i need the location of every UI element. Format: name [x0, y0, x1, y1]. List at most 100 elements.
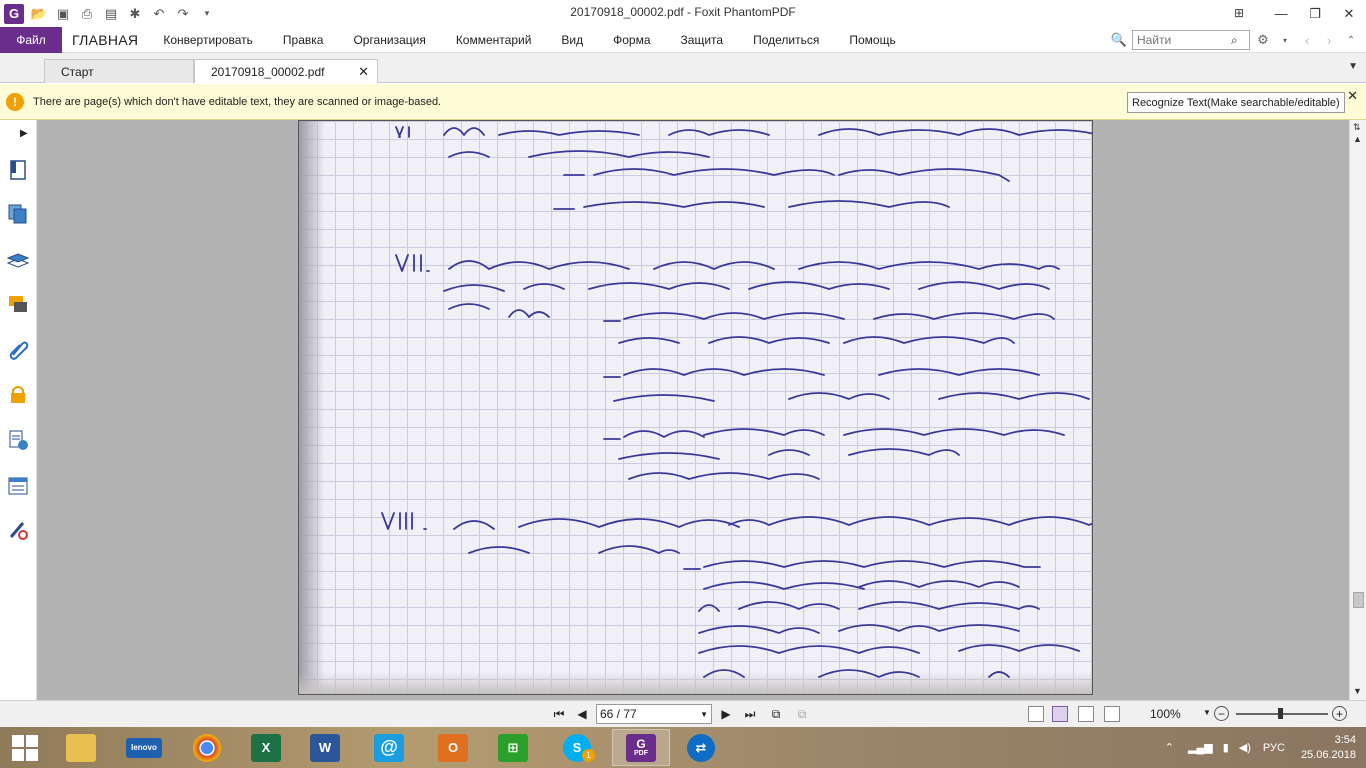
scroll-down-icon[interactable]: ▼	[1353, 686, 1362, 696]
search-icon[interactable]: ⌕	[1231, 33, 1238, 48]
customize-toolbar-icon[interactable]: ▾	[198, 5, 216, 23]
previous-view-icon[interactable]: ⧉	[768, 706, 784, 722]
document-tab-bar: Старт 20170918_00002.pdf ✕ ▼	[0, 53, 1366, 83]
clock[interactable]: 3:54 25.06.2018	[1301, 733, 1366, 763]
split-view-icon[interactable]: ⇅	[1353, 122, 1361, 133]
foxit-logo-icon[interactable]: G	[4, 3, 24, 24]
battery-icon[interactable]: ▮	[1223, 741, 1229, 754]
menu-item-home[interactable]: ГЛАВНАЯ	[62, 32, 148, 48]
windows-taskbar: lenovo X W @ O ⊞ S 1 G PDF ⇄ ⌃ ▂▄▆ ▮ ◀) Р…	[0, 727, 1366, 768]
next-view-icon[interactable]: ⧉	[794, 706, 810, 722]
pages-icon[interactable]	[6, 202, 30, 226]
zoom-level[interactable]: 100%	[1150, 707, 1181, 721]
taskbar-lenovo[interactable]: lenovo	[115, 729, 173, 766]
taskbar-store[interactable]: ⊞	[484, 729, 542, 766]
tab-document-label: 20170918_00002.pdf	[211, 64, 325, 79]
menu-item-convert[interactable]: Конвертировать	[148, 33, 268, 47]
tab-document[interactable]: 20170918_00002.pdf ✕	[194, 59, 378, 83]
signature-icon[interactable]	[6, 518, 30, 542]
taskbar-word[interactable]: W	[296, 729, 354, 766]
search-input[interactable]	[1137, 33, 1231, 47]
bookmark-icon[interactable]	[6, 158, 30, 182]
menu-item-edit[interactable]: Правка	[268, 33, 339, 47]
new-document-icon[interactable]: ✱	[126, 5, 144, 23]
undo-icon[interactable]: ↶	[150, 5, 168, 23]
menu-item-protect[interactable]: Защита	[666, 33, 739, 47]
title-bar: G 📂 ▣ ⎙ ▤ ✱ ↶ ↷ ▾ 20170918_00002.pdf - F…	[0, 0, 1366, 27]
menu-item-share[interactable]: Поделиться	[738, 33, 834, 47]
close-notification-icon[interactable]: ✕	[1347, 88, 1358, 104]
folder-icon	[66, 733, 96, 762]
fields-icon[interactable]	[6, 474, 30, 498]
continuous-facing-view-icon[interactable]	[1104, 706, 1120, 722]
back-arrow-icon[interactable]: ‹	[1298, 31, 1316, 49]
menu-item-comment[interactable]: Комментарий	[441, 33, 547, 47]
teamviewer-icon: ⇄	[687, 733, 715, 762]
scroll-thumb[interactable]	[1353, 592, 1364, 608]
pdf-label: PDF	[634, 749, 648, 757]
redo-icon[interactable]: ↷	[174, 5, 192, 23]
mail-icon: @	[374, 733, 404, 762]
document-viewport[interactable]	[37, 120, 1349, 700]
search-box[interactable]: ⌕	[1132, 30, 1250, 50]
taskbar-file-explorer[interactable]	[52, 729, 110, 766]
close-button[interactable]: ✕	[1332, 0, 1366, 27]
zoom-dropdown-icon[interactable]: ▼	[1203, 708, 1211, 717]
taskbar-teamviewer[interactable]: ⇄	[672, 729, 730, 766]
open-folder-icon[interactable]: 📂	[30, 5, 48, 23]
scroll-up-icon[interactable]: ▲	[1353, 134, 1362, 144]
attachments-icon[interactable]	[6, 338, 30, 362]
close-tab-icon[interactable]: ✕	[358, 64, 369, 80]
input-language[interactable]: РУС	[1263, 742, 1285, 754]
zoom-in-icon[interactable]: +	[1332, 706, 1347, 721]
foxit-pdf-icon: G PDF	[626, 733, 656, 762]
properties-icon[interactable]: ▤	[102, 5, 120, 23]
security-icon[interactable]	[6, 382, 30, 406]
menu-item-view[interactable]: Вид	[546, 33, 598, 47]
comments-icon[interactable]	[6, 292, 30, 316]
start-button[interactable]	[12, 735, 38, 761]
menu-item-organize[interactable]: Организация	[338, 33, 440, 47]
first-page-icon[interactable]: ⏮	[551, 706, 567, 722]
file-menu-button[interactable]: Файл	[0, 26, 62, 53]
next-page-icon[interactable]: ▶	[718, 706, 734, 722]
taskbar-skype[interactable]: S 1	[548, 729, 606, 766]
previous-page-icon[interactable]: ◀	[574, 706, 590, 722]
continuous-view-icon[interactable]	[1052, 706, 1068, 722]
taskbar-outlook[interactable]: O	[424, 729, 482, 766]
expand-panel-icon[interactable]: ▶	[20, 128, 28, 139]
menu-item-form[interactable]: Форма	[598, 33, 665, 47]
tab-start[interactable]: Старт	[44, 59, 194, 83]
collapse-ribbon-icon[interactable]: ⌃	[1342, 31, 1360, 49]
minimize-button[interactable]: —	[1264, 0, 1298, 27]
network-icon[interactable]: ▂▄▆	[1188, 741, 1213, 754]
recognize-text-button[interactable]: Recognize Text(Make searchable/editable)	[1127, 92, 1345, 113]
page-dropdown-icon[interactable]: ▼	[700, 710, 708, 719]
taskbar-excel[interactable]: X	[237, 729, 295, 766]
taskbar-mail[interactable]: @	[360, 729, 418, 766]
print-icon[interactable]: ⎙	[78, 5, 96, 23]
vertical-scrollbar[interactable]: ⇅ ▲ ▼	[1349, 120, 1366, 700]
content-icon[interactable]	[6, 428, 30, 452]
tray-arrow-icon[interactable]: ⌃	[1165, 741, 1174, 754]
save-icon[interactable]: ▣	[54, 5, 72, 23]
find-folder-icon[interactable]: 🔍	[1110, 31, 1128, 49]
ribbon-display-icon[interactable]: ⊞	[1230, 4, 1248, 22]
single-page-view-icon[interactable]	[1028, 706, 1044, 722]
forward-arrow-icon[interactable]: ›	[1320, 31, 1338, 49]
tab-list-dropdown-icon[interactable]: ▼	[1348, 61, 1358, 72]
facing-view-icon[interactable]	[1078, 706, 1094, 722]
taskbar-foxit-pdf[interactable]: G PDF	[612, 729, 670, 766]
zoom-slider-handle[interactable]	[1278, 708, 1283, 719]
chevron-down-icon[interactable]: ▾	[1276, 31, 1294, 49]
settings-gear-icon[interactable]: ⚙	[1254, 31, 1272, 49]
menu-item-help[interactable]: Помощь	[834, 33, 910, 47]
page-number-field[interactable]: 66 / 77 ▼	[596, 704, 712, 724]
restore-button[interactable]: ❐	[1298, 0, 1332, 27]
clock-time: 3:54	[1334, 733, 1356, 746]
last-page-icon[interactable]: ⏭	[742, 706, 758, 722]
zoom-out-icon[interactable]: −	[1214, 706, 1229, 721]
layers-icon[interactable]	[6, 248, 30, 272]
volume-icon[interactable]: ◀)	[1239, 741, 1251, 754]
taskbar-chrome[interactable]	[178, 729, 236, 766]
